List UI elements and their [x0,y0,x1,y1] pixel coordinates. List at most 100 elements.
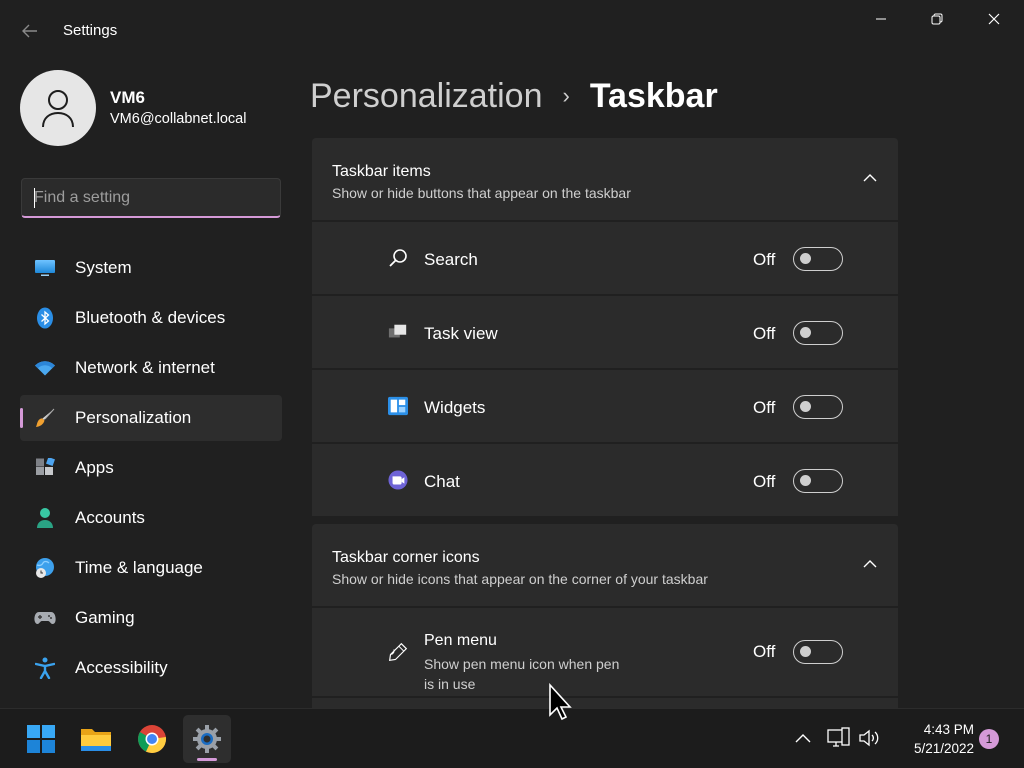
chevron-up-icon [795,734,811,743]
chat-icon [388,470,408,490]
chevron-up-icon[interactable] [862,556,878,572]
chevron-up-icon[interactable] [862,170,878,186]
title-bar: Settings [0,0,1024,62]
breadcrumb-separator: › [562,83,570,108]
group-header[interactable]: Taskbar corner icons Show or hide icons … [312,524,898,606]
setting-label: Task view [424,324,498,343]
system-icon [34,257,56,279]
avatar[interactable] [20,70,96,146]
pen-icon [388,642,408,662]
sidebar-item-bluetooth[interactable]: Bluetooth & devices [20,295,282,341]
toggle-knob [800,646,811,657]
settings-taskbar-button[interactable] [183,715,231,763]
file-explorer-button[interactable] [72,715,120,763]
setting-label: Pen menu [424,632,497,649]
widgets-toggle[interactable] [793,395,843,419]
globe-clock-icon [34,557,56,579]
sidebar-item-apps[interactable]: Apps [20,445,282,491]
sidebar-item-network[interactable]: Network & internet [20,345,282,391]
network-icon [827,727,850,747]
setting-row-chat: Chat Off [312,444,898,516]
setting-row-task-view: Task view Off [312,296,898,368]
search-icon [388,248,408,268]
sidebar-item-time-language[interactable]: Time & language [20,545,282,591]
sidebar-item-label: Bluetooth & devices [75,308,226,327]
group-title: Taskbar corner icons [332,549,480,566]
sidebar-item-label: Gaming [75,608,135,627]
paintbrush-icon [34,407,56,429]
chat-toggle[interactable] [793,469,843,493]
search-toggle[interactable] [793,247,843,271]
toggle-status: Off [753,642,776,661]
chrome-icon [138,725,167,753]
back-button[interactable] [14,16,46,46]
active-app-indicator [197,758,217,761]
setting-label: Chat [424,472,460,491]
setting-description: Show pen menu icon when pen is in use [424,656,620,692]
setting-row-pen-menu: Pen menu Show pen menu icon when pen is … [312,608,898,696]
close-icon [988,13,1000,25]
chrome-button[interactable] [128,715,176,763]
text-caret [34,188,35,208]
sidebar-item-label: System [75,258,132,277]
show-hidden-icons-button[interactable] [790,725,816,751]
app-title: Settings [63,22,118,39]
maximize-button[interactable] [914,4,960,34]
widgets-icon [388,396,408,416]
minimize-button[interactable] [858,4,904,34]
user-email: VM6@collabnet.local [110,111,247,127]
sidebar-nav: System Bluetooth & devices Network & int… [20,245,282,695]
sidebar-item-label: Accounts [75,508,145,527]
task-view-toggle[interactable] [793,321,843,345]
group-header[interactable]: Taskbar items Show or hide buttons that … [312,138,898,220]
sidebar-item-label: Accessibility [75,658,168,677]
page-title: Taskbar [589,76,718,115]
sidebar-item-gaming[interactable]: Gaming [20,595,282,641]
pen-menu-toggle[interactable] [793,640,843,664]
start-button[interactable] [17,715,65,763]
volume-tray-button[interactable] [857,725,883,751]
setting-label: Widgets [424,398,486,417]
user-icon [42,90,74,128]
bluetooth-icon [34,307,56,329]
accessibility-icon [34,657,56,679]
network-tray-button[interactable] [826,725,852,751]
sidebar-item-system[interactable]: System [20,245,282,291]
taskbar-items-group: Taskbar items Show or hide buttons that … [312,138,898,516]
apps-icon [34,457,56,479]
sidebar-item-label: Time & language [75,558,203,577]
toggle-knob [800,475,811,486]
user-name: VM6 [110,88,145,107]
restore-icon [931,13,943,25]
start-icon [27,725,55,753]
group-subtitle: Show or hide icons that appear on the co… [332,571,708,587]
sidebar-item-accounts[interactable]: Accounts [20,495,282,541]
setting-label: Search [424,250,478,269]
setting-row-next [312,698,898,708]
close-button[interactable] [971,4,1017,34]
wifi-icon [34,357,56,379]
settings-icon [193,725,221,753]
toggle-status: Off [753,472,776,491]
breadcrumb-parent[interactable]: Personalization [310,77,542,116]
setting-row-search: Search Off [312,222,898,294]
group-subtitle: Show or hide buttons that appear on the … [332,185,631,201]
accounts-icon [34,507,56,529]
search-box[interactable] [21,178,281,218]
clock-date: 5/21/2022 [913,741,974,756]
clock-time: 4:43 PM [923,722,974,737]
sidebar-item-accessibility[interactable]: Accessibility [20,645,282,691]
notification-badge[interactable]: 1 [979,729,999,749]
minimize-icon [876,18,886,20]
taskbar: 4:43 PM 5/21/2022 1 [0,708,1024,768]
sidebar-item-label: Personalization [75,408,192,427]
toggle-status: Off [753,398,776,417]
breadcrumb: Personalization › Taskbar [310,74,718,118]
gamepad-icon [34,607,56,629]
toggle-knob [800,401,811,412]
search-input[interactable] [22,179,280,216]
taskbar-clock[interactable]: 4:43 PM 5/21/2022 [890,720,974,758]
volume-icon [859,729,879,747]
sidebar-item-personalization[interactable]: Personalization [20,395,282,441]
sidebar-item-label: Apps [75,458,114,477]
